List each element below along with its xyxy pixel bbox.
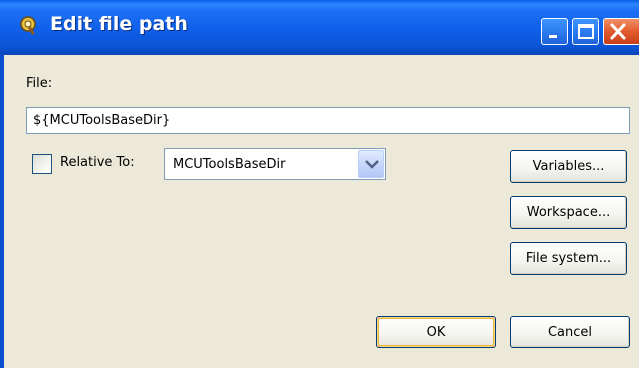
ok-button[interactable]: OK: [376, 316, 496, 348]
variables-button[interactable]: Variables...: [510, 150, 627, 183]
relative-to-label: Relative To:: [60, 155, 135, 170]
close-icon: [610, 23, 626, 40]
title-bar[interactable]: Edit file path: [0, 0, 639, 55]
minimize-button[interactable]: [541, 18, 568, 45]
cancel-button[interactable]: Cancel: [510, 316, 630, 348]
relative-to-checkbox[interactable]: [32, 154, 52, 174]
minimize-icon: [549, 35, 557, 38]
file-label: File:: [26, 76, 53, 91]
file-system-button[interactable]: File system...: [510, 242, 627, 275]
maximize-button[interactable]: [572, 18, 599, 45]
file-path-input[interactable]: ${MCUToolsBaseDir}: [26, 107, 630, 134]
relative-to-selected: MCUToolsBaseDir: [173, 157, 286, 172]
window-title: Edit file path: [50, 13, 188, 35]
close-button[interactable]: [603, 18, 639, 45]
relative-to-dropdown[interactable]: MCUToolsBaseDir: [164, 148, 386, 180]
hammer-gear-icon: [18, 14, 40, 36]
window-frame-left: [0, 55, 4, 368]
dropdown-button[interactable]: [358, 150, 384, 178]
workspace-button[interactable]: Workspace...: [510, 196, 627, 229]
chevron-down-icon: [365, 160, 379, 169]
maximize-icon: [578, 24, 594, 39]
